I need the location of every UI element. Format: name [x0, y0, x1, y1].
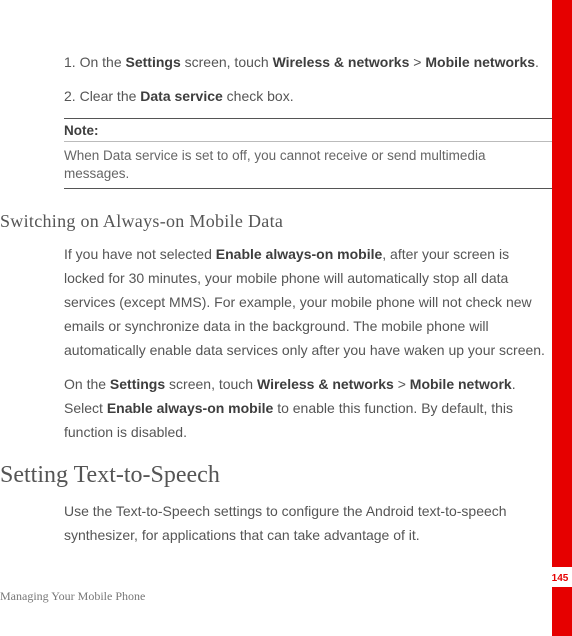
step-number: 2.	[64, 88, 76, 104]
step-list: 1. On the Settings screen, touch Wireles…	[0, 50, 562, 108]
footer-text: Managing Your Mobile Phone	[0, 589, 145, 604]
step-item-2: 2. Clear the Data service check box.	[64, 84, 548, 108]
sub-heading: Switching on Always-on Mobile Data	[0, 211, 562, 232]
page-number: 145	[550, 573, 570, 584]
body-paragraph: Use the Text-to-Speech settings to confi…	[64, 499, 548, 547]
always-on-section: If you have not selected Enable always-o…	[0, 242, 562, 444]
document-page: 1. On the Settings screen, touch Wireles…	[0, 0, 572, 636]
note-text: When Data service is set to off, you can…	[64, 142, 552, 188]
page-edge-tab	[552, 0, 572, 636]
body-paragraph: On the Settings screen, touch Wireless &…	[64, 372, 548, 444]
step-text: On the Settings screen, touch Wireless &…	[80, 54, 539, 70]
main-heading: Setting Text-to-Speech	[0, 462, 562, 489]
note-label: Note:	[64, 119, 552, 142]
body-paragraph: If you have not selected Enable always-o…	[64, 242, 548, 362]
note-block: Note: When Data service is set to off, y…	[64, 118, 552, 189]
step-number: 1.	[64, 54, 76, 70]
step-item-1: 1. On the Settings screen, touch Wireles…	[64, 50, 548, 74]
step-text: Clear the Data service check box.	[80, 88, 294, 104]
tts-section: Use the Text-to-Speech settings to confi…	[0, 499, 562, 547]
